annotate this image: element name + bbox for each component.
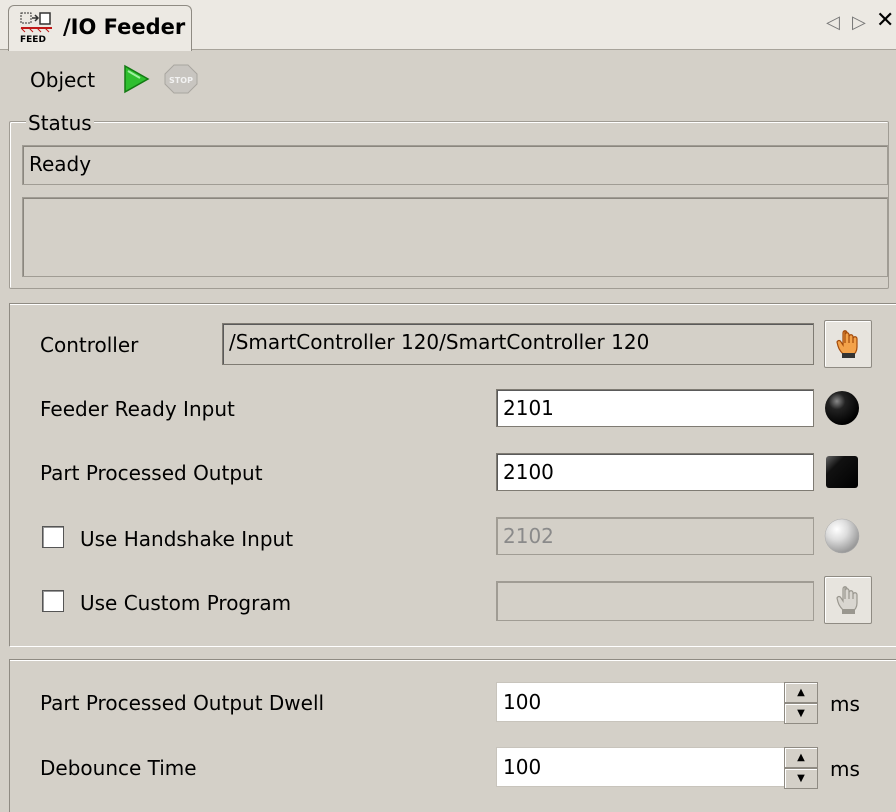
use-custom-program-checkbox[interactable]	[42, 590, 64, 612]
tab-io-feeder[interactable]: FEED /IO Feeder	[8, 5, 192, 51]
dwell-spinner: ▲ ▼	[784, 682, 818, 724]
feeder-ready-indicator-icon	[824, 390, 860, 426]
play-icon[interactable]	[122, 64, 150, 94]
svg-text:FEED: FEED	[20, 35, 46, 44]
arrow-down-icon: ▼	[797, 772, 805, 784]
status-text: Ready	[29, 152, 92, 176]
part-processed-indicator-icon	[824, 454, 860, 490]
scroll-right-icon[interactable]: ▷	[852, 14, 866, 32]
arrow-up-icon: ▲	[797, 686, 805, 698]
use-handshake-input-checkbox[interactable]	[42, 526, 64, 548]
controller-label: Controller	[40, 333, 139, 357]
part-processed-output-dwell-field[interactable]: 100	[496, 682, 786, 722]
part-processed-output-dwell-label: Part Processed Output Dwell	[40, 691, 325, 715]
feeder-icon: FEED	[19, 12, 55, 45]
feeder-ready-input-label: Feeder Ready Input	[40, 397, 235, 421]
dwell-decrement-button[interactable]: ▼	[784, 703, 818, 724]
use-custom-program-label: Use Custom Program	[80, 591, 292, 615]
feeder-ready-input-field[interactable]: 2101	[496, 389, 814, 427]
object-menu[interactable]: Object	[30, 68, 95, 92]
handshake-indicator-icon	[824, 518, 860, 554]
pointer-hand-icon	[836, 330, 858, 358]
debounce-decrement-button[interactable]: ▼	[784, 768, 818, 789]
status-legend: Status	[26, 111, 94, 135]
part-processed-output-field[interactable]: 2100	[496, 453, 814, 491]
part-processed-output-label: Part Processed Output	[40, 461, 263, 485]
debounce-time-label: Debounce Time	[40, 756, 197, 780]
select-custom-program-button[interactable]	[824, 576, 872, 624]
arrow-down-icon: ▼	[797, 707, 805, 719]
dwell-increment-button[interactable]: ▲	[784, 682, 818, 703]
close-icon[interactable]: ✕	[876, 10, 894, 32]
stop-icon[interactable]: STOP	[164, 64, 198, 94]
scroll-left-icon[interactable]: ◁	[826, 14, 840, 32]
pointer-hand-icon	[836, 586, 858, 614]
svg-text:STOP: STOP	[169, 76, 193, 85]
handshake-input-field[interactable]: 2102	[496, 517, 814, 555]
tab-title: /IO Feeder	[63, 15, 186, 39]
arrow-up-icon: ▲	[797, 751, 805, 763]
debounce-spinner: ▲ ▼	[784, 747, 818, 789]
dwell-unit: ms	[830, 692, 860, 716]
status-detail-area	[22, 197, 888, 277]
custom-program-field[interactable]	[496, 581, 814, 621]
tab-strip: FEED /IO Feeder ◁ ▷ ✕	[0, 0, 896, 51]
select-controller-button[interactable]	[824, 320, 872, 368]
controller-field[interactable]: /SmartController 120/SmartController 120	[222, 323, 814, 365]
status-text-field: Ready	[22, 145, 888, 185]
toolbar: Object STOP	[0, 51, 896, 104]
debounce-increment-button[interactable]: ▲	[784, 747, 818, 768]
debounce-time-field[interactable]: 100	[496, 747, 786, 787]
debounce-unit: ms	[830, 757, 860, 781]
use-handshake-input-label: Use Handshake Input	[80, 527, 294, 551]
